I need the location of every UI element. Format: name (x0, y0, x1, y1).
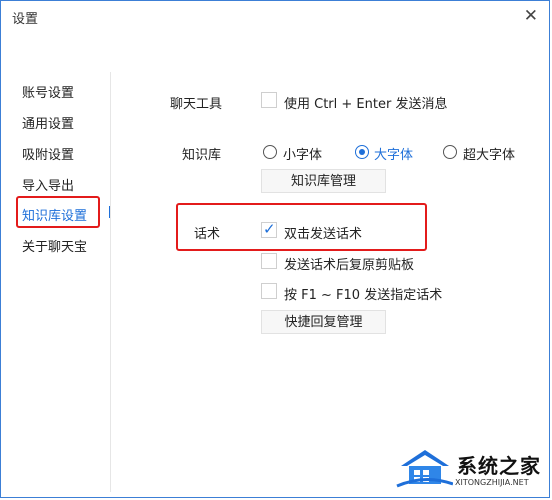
sidebar-item-general[interactable]: 通用设置 (22, 113, 74, 132)
watermark-url: XITONGZHIJIA.NET (455, 478, 529, 487)
watermark-logo: 系统之家 XITONGZHIJIA.NET (395, 444, 550, 496)
house-logo-icon (396, 450, 454, 488)
sidebar-highlight-box (16, 196, 100, 228)
sidebar-item-snap[interactable]: 吸附设置 (22, 144, 74, 163)
sidebar-divider (110, 72, 111, 492)
restore-clipboard-checkbox[interactable] (261, 253, 277, 269)
sidebar-item-account[interactable]: 账号设置 (22, 82, 74, 101)
font-xlarge-radio[interactable] (443, 145, 457, 159)
title-bar: 设置 ✕ (0, 0, 552, 32)
f-keys-label: 按 F1 ~ F10 发送指定话术 (284, 288, 443, 303)
font-small-radio[interactable] (263, 145, 277, 159)
window-title: 设置 (12, 12, 39, 27)
quick-reply-manage-button[interactable]: 快捷回复管理 (261, 310, 386, 334)
watermark-text: 系统之家 (457, 454, 541, 478)
ctrl-enter-checkbox[interactable] (261, 92, 277, 108)
sidebar-item-about[interactable]: 关于聊天宝 (22, 236, 87, 255)
font-xlarge-label: 超大字体 (463, 148, 516, 163)
checkmark-icon: ✓ (263, 220, 276, 238)
font-large-radio[interactable] (355, 145, 369, 159)
ctrl-enter-label: 使用 Ctrl + Enter 发送消息 (284, 97, 448, 112)
double-click-send-label: 双击发送话术 (284, 227, 363, 242)
restore-clipboard-label: 发送话术后复原剪贴板 (284, 258, 415, 273)
knowledge-base-label: 知识库 (182, 148, 222, 163)
f-keys-checkbox[interactable] (261, 283, 277, 299)
chat-tools-label: 聊天工具 (170, 97, 223, 112)
close-icon[interactable]: ✕ (524, 6, 538, 26)
phrases-label: 话术 (194, 227, 221, 242)
sidebar-item-import-export[interactable]: 导入导出 (22, 175, 74, 194)
knowledge-base-manage-button[interactable]: 知识库管理 (261, 169, 386, 193)
double-click-send-checkbox[interactable]: ✓ (261, 220, 277, 238)
font-small-label: 小字体 (283, 148, 323, 163)
font-large-label: 大字体 (374, 148, 414, 163)
